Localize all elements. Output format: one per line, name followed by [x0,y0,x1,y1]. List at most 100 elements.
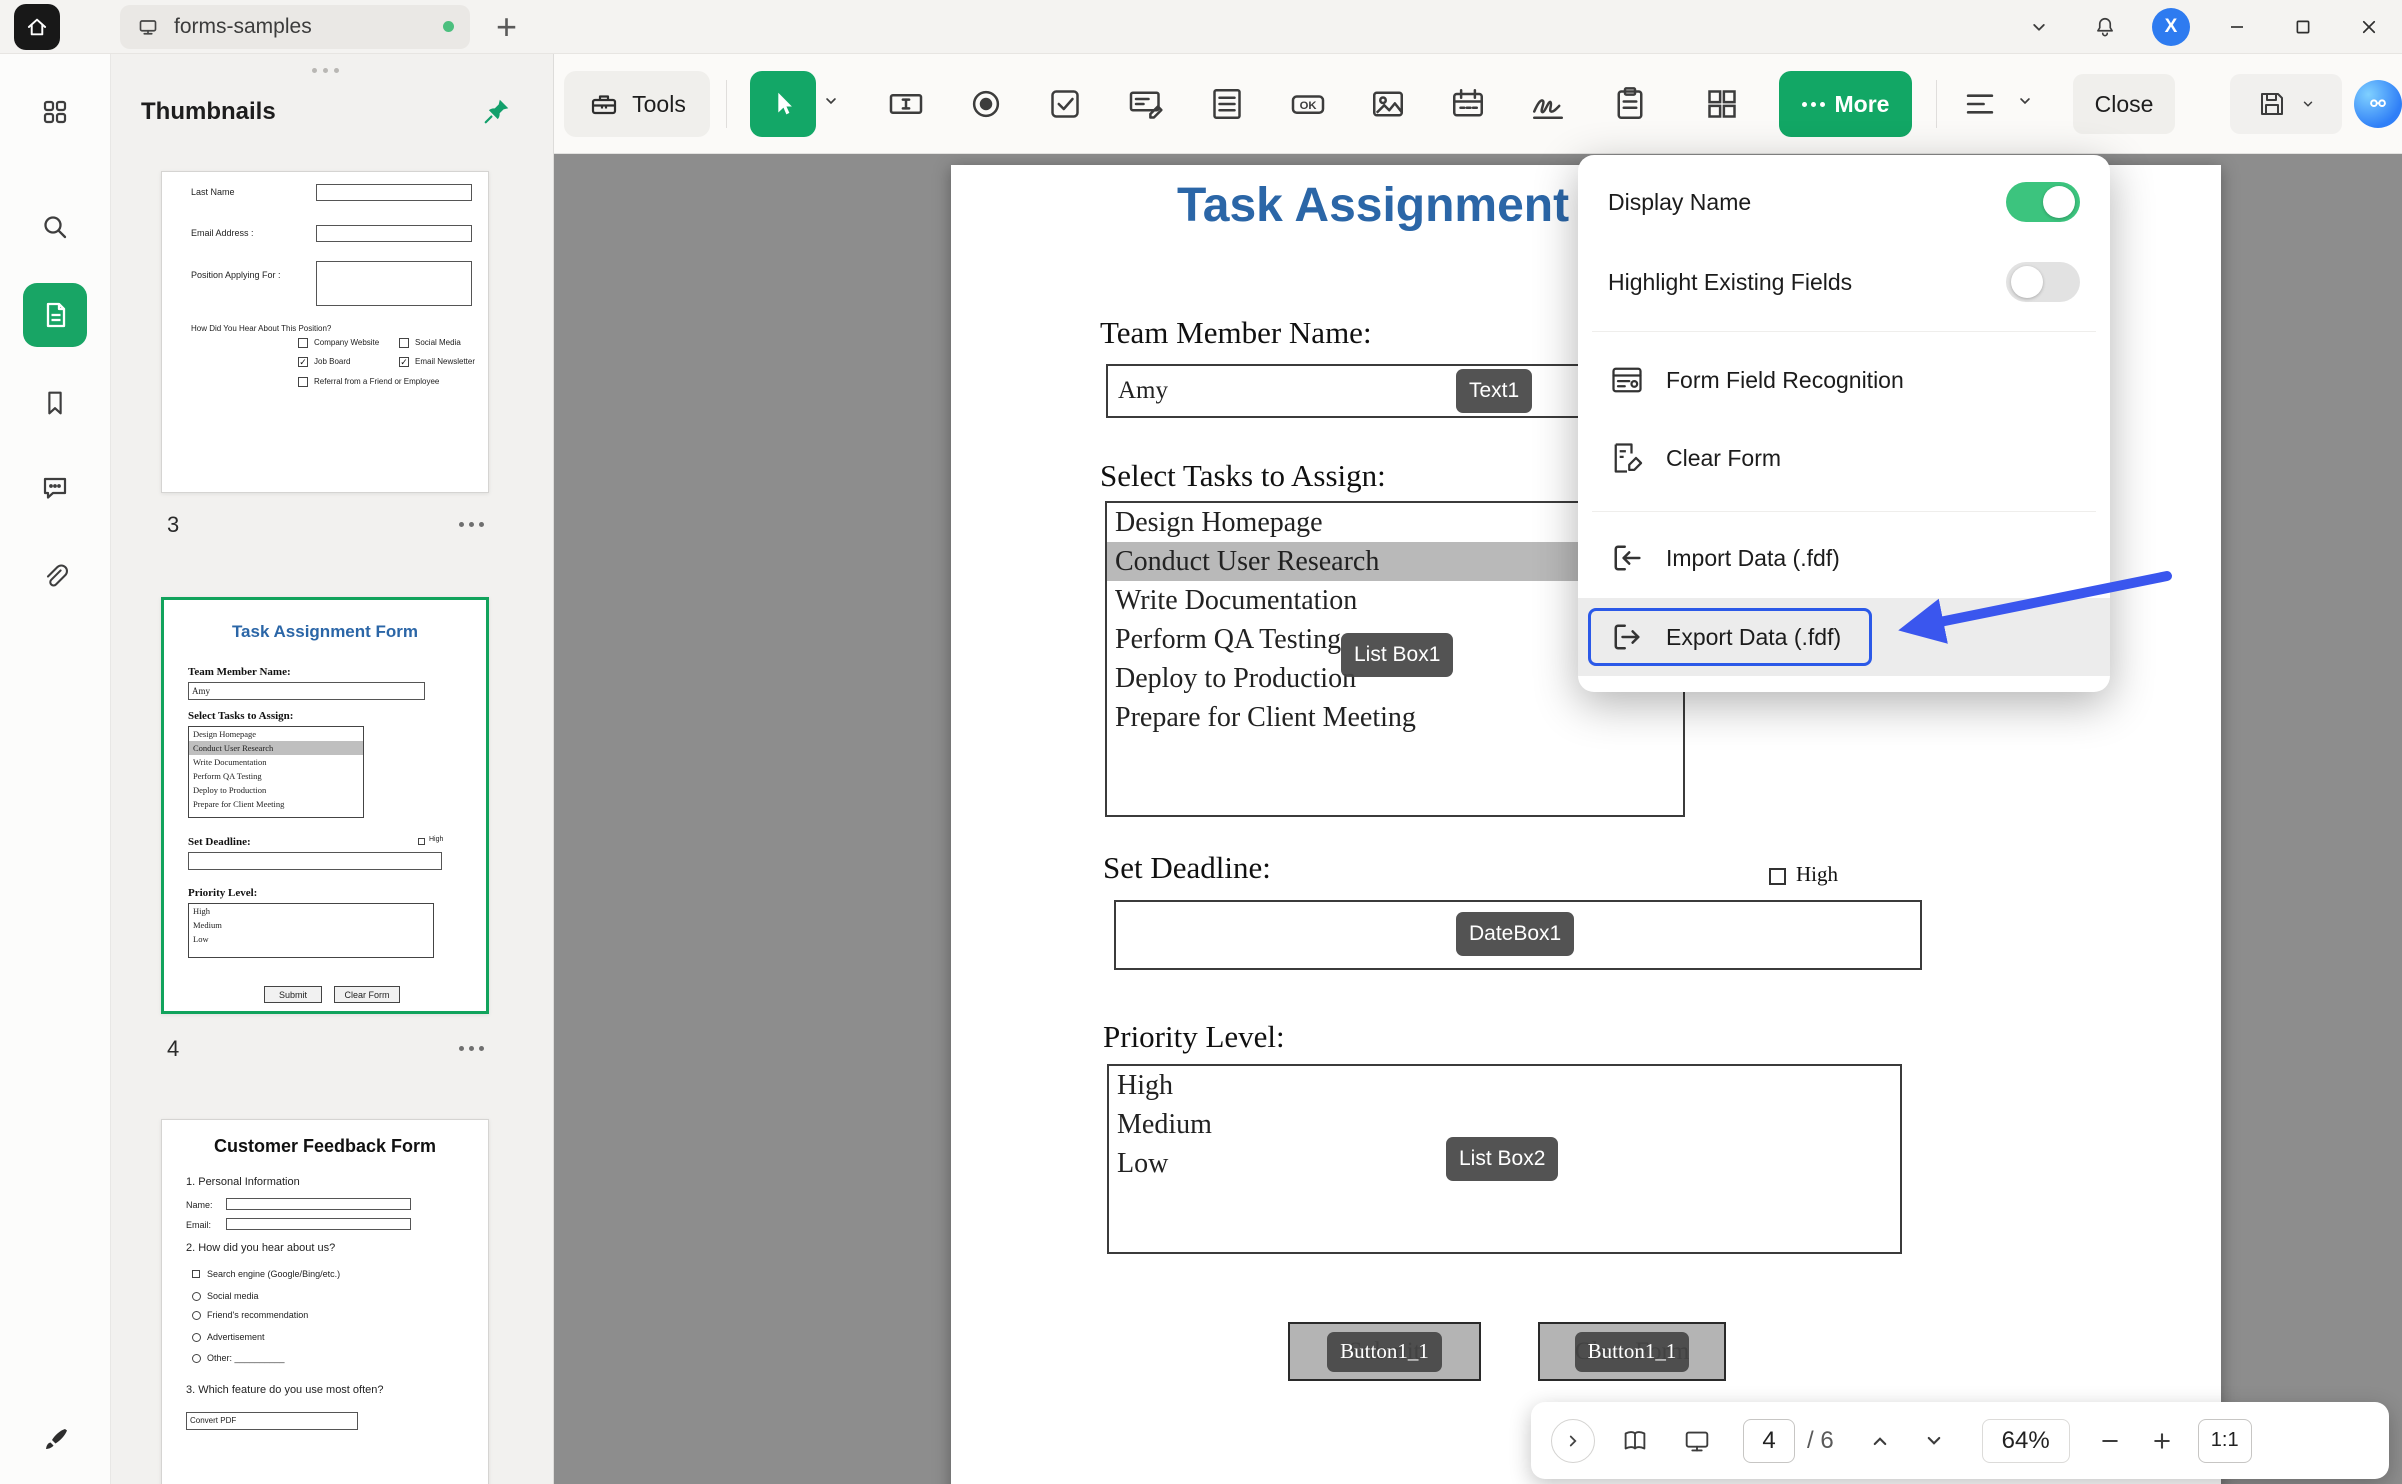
checkbox-icon [1045,84,1085,124]
pin-panel-button[interactable] [482,96,512,126]
page-navigation-bar: 4 / 6 64% 1:1 [1531,1402,2389,1479]
thumbnail-page-number: 3 [167,512,179,538]
ai-assistant-button[interactable] [2354,80,2402,128]
close-window-button[interactable] [2336,0,2402,54]
import-data-icon [1608,539,1646,577]
brush-icon [39,1424,71,1456]
chevron-down-icon [2016,92,2034,110]
date-field-icon [1448,84,1488,124]
list-item[interactable]: High [1109,1066,1900,1105]
field-layout-tool-button[interactable] [1694,76,1750,132]
expand-bar-button[interactable] [1551,1419,1595,1463]
minus-icon [2098,1429,2122,1453]
priority-label: Priority Level: [1103,1019,1285,1055]
ellipsis-icon [1802,102,1825,107]
close-form-mode-button[interactable]: Close [2073,74,2175,134]
chevron-down-icon [2028,16,2050,38]
notifications-button[interactable] [2072,0,2138,54]
alignment-tool-button[interactable] [1952,76,2008,132]
titlebar: forms-samples + X [0,0,2402,54]
new-tab-button[interactable]: + [496,7,517,47]
tab-title: forms-samples [174,15,312,39]
thumbnails-panel-button[interactable] [23,283,87,347]
thumbnail-menu-button[interactable] [459,1046,484,1051]
account-button[interactable]: X [2138,0,2204,54]
reading-mode-button[interactable] [1613,1426,1657,1456]
thumbnail-page-3[interactable]: Last Name Email Address : Position Apply… [161,171,489,493]
comments-panel-button[interactable] [23,456,87,520]
previous-page-button[interactable] [1860,1429,1900,1453]
presentation-mode-button[interactable] [1675,1426,1719,1456]
menu-item-highlight-fields[interactable]: Highlight Existing Fields [1578,249,2110,315]
more-dropdown-menu: Display Name Highlight Existing Fields F… [1578,155,2110,692]
home-button[interactable] [14,4,60,50]
highlight-fields-toggle[interactable] [2006,262,2080,302]
thumbnail-page-4-selected[interactable]: Task Assignment Form Team Member Name: A… [161,597,489,1014]
signature-field-tool-button[interactable] [1520,76,1576,132]
submit-button[interactable]: Submit Button1_1 [1288,1322,1481,1381]
thumbnail-page-5[interactable]: Customer Feedback Form 1. Personal Infor… [161,1119,489,1484]
edit-brush-button[interactable] [23,1408,87,1472]
home-icon [24,14,50,40]
select-field-tool-button[interactable] [750,71,816,137]
pin-icon [482,96,512,126]
zoom-out-button[interactable] [2090,1429,2130,1453]
list-box-tool-button[interactable] [1199,76,1255,132]
minimize-button[interactable] [2204,0,2270,54]
image-field-tool-button[interactable] [1360,76,1416,132]
menu-item-import-data[interactable]: Import Data (.fdf) [1578,519,2110,597]
thumbnail-menu-button[interactable] [459,522,484,527]
maximize-button[interactable] [2270,0,2336,54]
tools-label: Tools [632,91,686,118]
clear-form-icon [1609,440,1645,476]
more-label: More [1835,91,1890,118]
clear-form-button[interactable]: Clear Form Button1_1 [1538,1322,1726,1381]
text-field-tool-button[interactable] [878,76,934,132]
radio-button-tool-button[interactable] [958,76,1014,132]
select-tool-chevron-button[interactable] [822,92,840,110]
next-page-button[interactable] [1914,1429,1954,1453]
chevron-up-icon [1868,1429,1892,1453]
menu-item-form-field-recognition[interactable]: Form Field Recognition [1578,341,2110,419]
combo-box-icon [1126,84,1166,124]
thumbnail-page-number: 4 [167,1036,179,1062]
import-data-icon [1609,540,1645,576]
tasks-label: Select Tasks to Assign: [1100,458,1386,494]
deadline-label: Set Deadline: [1103,850,1271,886]
combo-box-tool-button[interactable] [1118,76,1174,132]
form-data-tool-button[interactable] [1602,76,1658,132]
apps-grid-button[interactable] [23,80,87,144]
actual-size-button[interactable]: 1:1 [2198,1419,2252,1463]
save-button-group[interactable] [2230,74,2342,134]
mini-radio [192,1333,201,1342]
titlebar-chevron-button[interactable] [2006,0,2072,54]
search-panel-button[interactable] [23,195,87,259]
team-member-label: Team Member Name: [1100,315,1372,351]
zoom-level[interactable]: 64% [1982,1419,2070,1463]
page-total-label: / 6 [1807,1427,1834,1455]
zoom-in-button[interactable] [2142,1429,2182,1453]
page-number-input[interactable]: 4 [1743,1419,1795,1463]
date-field-tool-button[interactable] [1440,76,1496,132]
document-tab[interactable]: forms-samples [120,5,470,49]
more-button[interactable]: More [1779,71,1912,137]
display-name-toggle[interactable] [2006,182,2080,222]
clear-form-icon [1608,439,1646,477]
menu-item-display-name[interactable]: Display Name [1578,169,2110,235]
mini-radio [192,1354,201,1363]
mini-checkbox [298,357,308,367]
push-button-tool-button[interactable]: OK [1280,76,1336,132]
list-item[interactable]: Prepare for Client Meeting [1107,698,1683,737]
panel-drag-handle-icon[interactable] [312,68,339,73]
high-checkbox[interactable] [1769,868,1786,885]
menu-item-clear-form[interactable]: Clear Form [1578,419,2110,497]
alignment-chevron-button[interactable] [2016,92,2034,110]
document-canvas[interactable]: Task Assignment Form Team Member Name: A… [554,154,2402,1484]
avatar: X [2152,8,2190,46]
chevron-down-icon [1922,1429,1946,1453]
checkbox-tool-button[interactable] [1037,76,1093,132]
ai-robot-icon [2365,91,2391,117]
bookmarks-panel-button[interactable] [23,371,87,435]
attachments-panel-button[interactable] [23,545,87,609]
tools-button[interactable]: Tools [564,71,710,137]
